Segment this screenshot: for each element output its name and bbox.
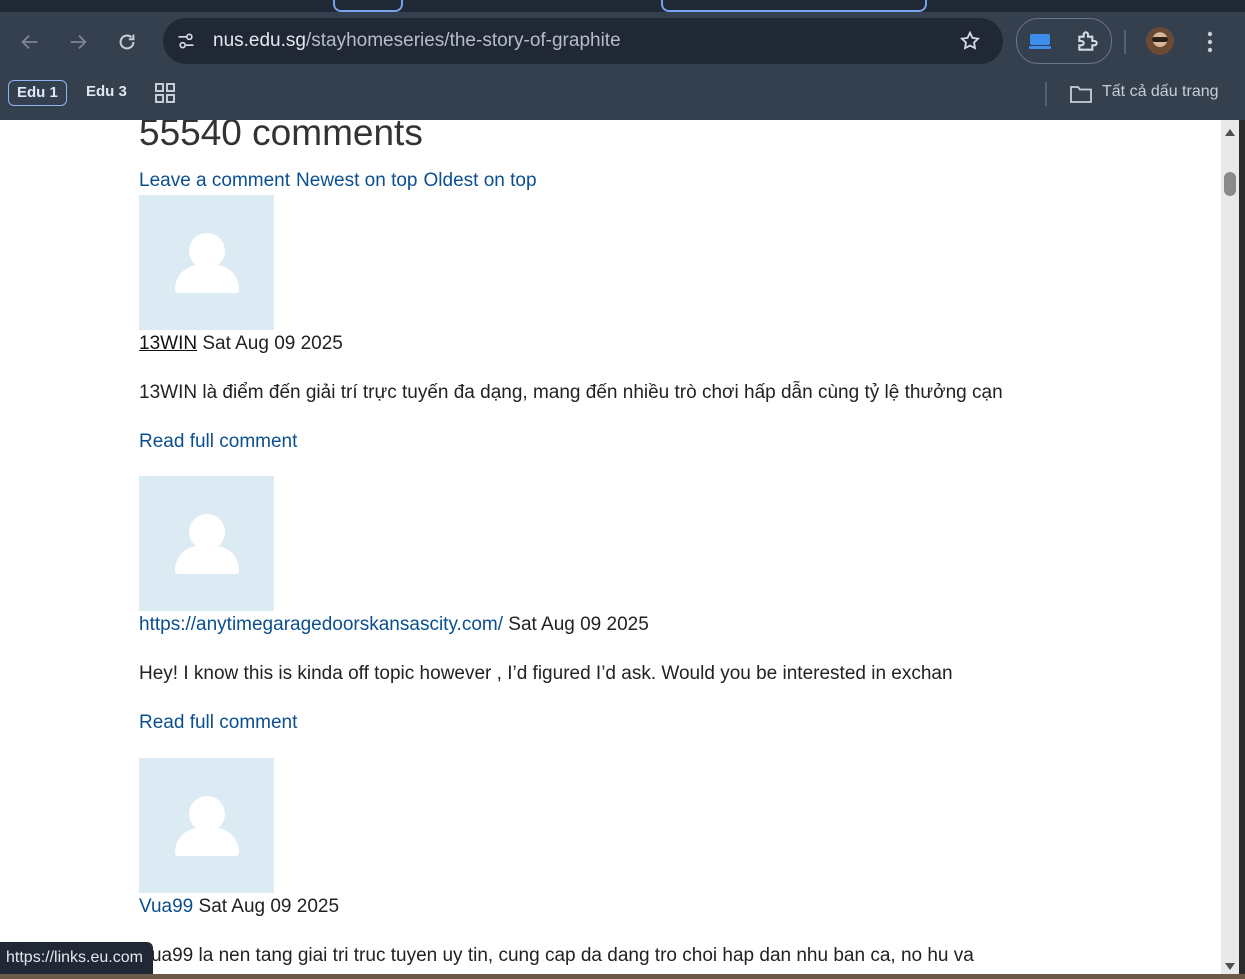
site-settings-icon[interactable] (173, 28, 199, 54)
scroll-down-arrow[interactable] (1225, 963, 1235, 970)
tab-edge[interactable] (661, 0, 927, 12)
desktop-strip (0, 974, 1245, 979)
arrow-right-icon (70, 34, 87, 50)
user-icon-body (174, 546, 239, 574)
url-path: /stayhomeseries/the-story-of-graphite (305, 30, 621, 51)
comment-date: Sat Aug 09 2025 (198, 896, 340, 917)
scroll-thumb[interactable] (1224, 172, 1236, 196)
comment-author-link[interactable]: Vua99 (139, 896, 193, 917)
comment-excerpt: 13WIN là điểm đến giải trí trực tuyến đa… (139, 382, 1003, 403)
user-icon (188, 233, 225, 269)
comment-excerpt: Hey! I know this is kinda off topic howe… (139, 663, 953, 684)
folder-icon[interactable] (1069, 83, 1093, 110)
bookmark-edu-3[interactable]: Edu 3 (78, 80, 135, 104)
scroll-up-arrow[interactable] (1225, 129, 1235, 136)
more-vertical-icon (1207, 31, 1213, 53)
comment-date: Sat Aug 09 2025 (202, 333, 343, 354)
all-bookmarks-label[interactable]: Tất cả dấu trang (1102, 83, 1219, 101)
browser-toolbar: nus.edu.sg/stayhomeseries/the-story-of-g… (0, 12, 1245, 72)
leave-comment-link[interactable]: Leave a comment (139, 170, 290, 191)
profile-avatar[interactable] (1146, 27, 1174, 55)
user-avatar-placeholder (139, 758, 274, 893)
user-icon-body (174, 265, 239, 293)
user-icon-body (174, 828, 239, 856)
newest-on-top-link[interactable]: Newest on top (296, 170, 417, 191)
toolbar-separator (1124, 30, 1126, 54)
reload-icon (119, 34, 135, 50)
read-full-comment-link[interactable]: Read full comment (139, 712, 1139, 734)
comment-date: Sat Aug 09 2025 (508, 614, 649, 635)
back-button[interactable] (14, 26, 46, 58)
forward-button[interactable] (62, 26, 94, 58)
user-avatar-placeholder (139, 195, 274, 330)
star-icon[interactable] (957, 28, 983, 54)
comment-author-link[interactable]: 13WIN (139, 333, 197, 354)
comment-excerpt: Vua99 la nen tang giai tri truc tuyen uy… (139, 945, 974, 966)
user-icon (188, 514, 225, 550)
link-status-bar: https://links.eu.com (0, 942, 153, 974)
reload-button[interactable] (111, 26, 143, 58)
user-avatar-placeholder (139, 476, 274, 611)
apps-grid-icon[interactable] (154, 82, 176, 109)
bookmarks-separator (1045, 82, 1047, 106)
window-edge (1239, 120, 1245, 979)
comment-item: Vua99 Sat Aug 09 2025 Vua99 la nen tang … (139, 758, 1139, 967)
page-scrollbar[interactable] (1221, 120, 1239, 979)
page-content: 55540 comments Leave a comment Newest on … (0, 120, 1221, 979)
tab-edge[interactable] (333, 0, 403, 12)
tab-strip (0, 0, 1245, 12)
extension-icon[interactable] (1029, 31, 1053, 56)
extensions-group (1016, 18, 1112, 64)
bookmarks-bar: Edu 1 Edu 3 Tất cả dấu trang (0, 72, 1245, 120)
url-text[interactable]: nus.edu.sg/stayhomeseries/the-story-of-g… (213, 30, 621, 52)
menu-button[interactable] (1194, 26, 1226, 58)
comment-item: https://anytimegaragedoorskansascity.com… (139, 476, 1139, 734)
comment-meta: https://anytimegaragedoorskansascity.com… (139, 614, 1139, 636)
read-full-comment-link[interactable]: Read full comment (139, 431, 1139, 453)
comments-heading: 55540 comments (139, 120, 423, 153)
bookmark-edu-1[interactable]: Edu 1 (8, 80, 67, 106)
address-bar[interactable]: nus.edu.sg/stayhomeseries/the-story-of-g… (163, 18, 1003, 64)
comment-author-link[interactable]: https://anytimegaragedoorskansascity.com… (139, 614, 503, 635)
comment-item: 13WIN Sat Aug 09 2025 13WIN là điểm đến … (139, 195, 1139, 453)
url-host: nus.edu.sg (213, 30, 306, 51)
arrow-left-icon (21, 34, 38, 50)
puzzle-icon[interactable] (1075, 28, 1101, 59)
comment-meta: Vua99 Sat Aug 09 2025 (139, 896, 1139, 918)
user-icon (188, 796, 225, 832)
comment-actions: Leave a comment Newest on top Oldest on to… (139, 170, 543, 192)
comment-meta: 13WIN Sat Aug 09 2025 (139, 333, 1139, 355)
oldest-on-top-link[interactable]: Oldest on top (424, 170, 537, 191)
